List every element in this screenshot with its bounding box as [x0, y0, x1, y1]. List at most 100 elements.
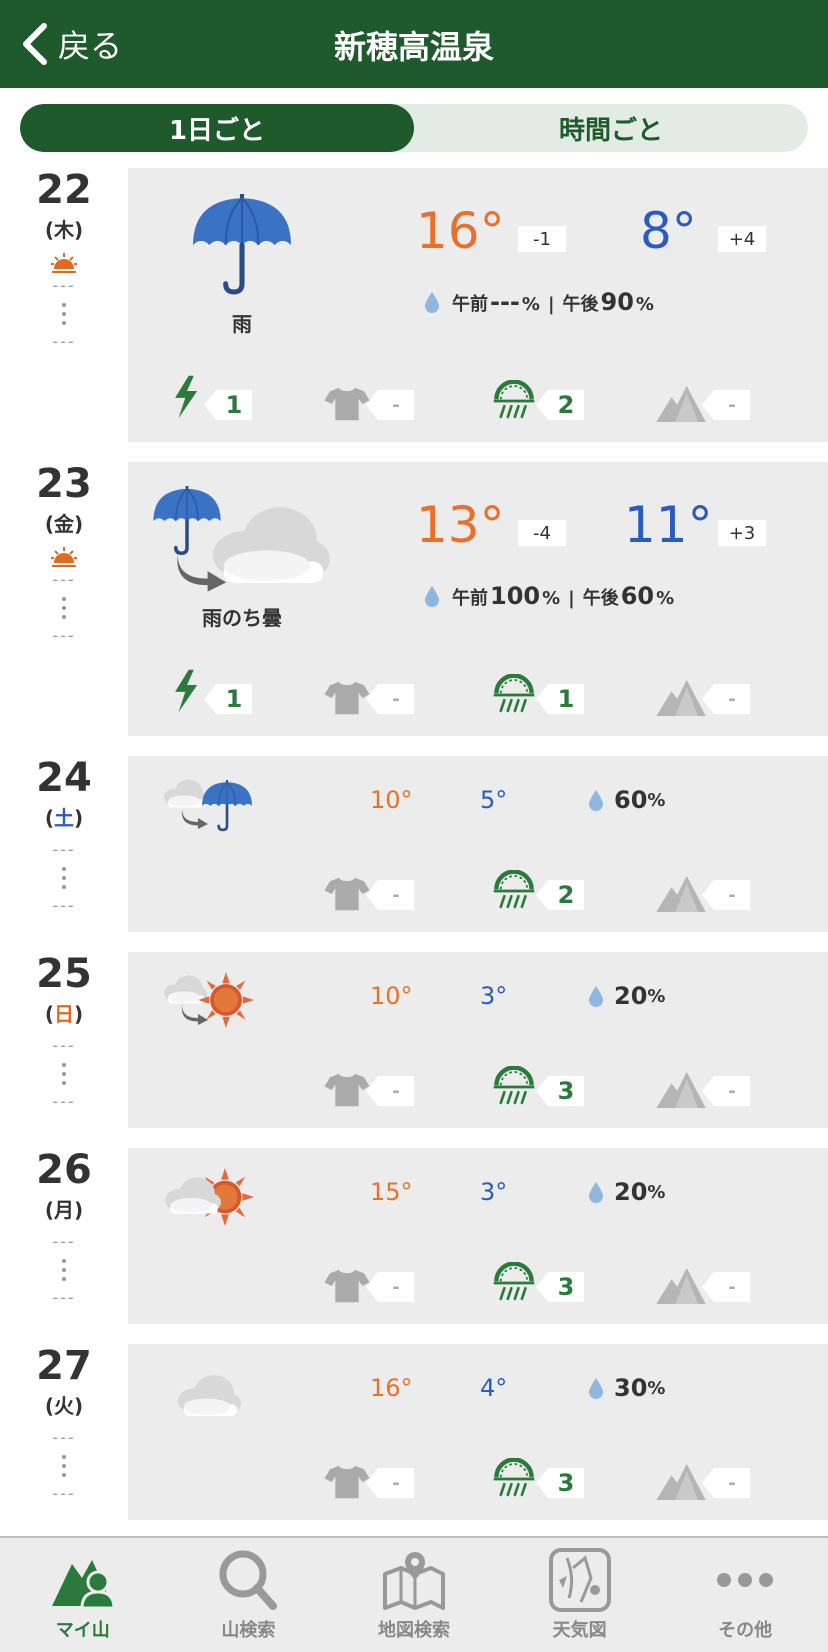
mountain-icon [656, 1462, 706, 1500]
clothing-icon [324, 1464, 370, 1500]
day-row-22[interactable]: 22 (木) --- --- 雨 16° -1 8° +4 午前 ---% | 午… [0, 168, 828, 442]
then-arrow-icon [180, 808, 210, 830]
nav-weather-map[interactable]: 天気図 [497, 1538, 663, 1652]
separator-dots [14, 867, 114, 889]
low-temp: 4° [480, 1374, 508, 1402]
mountain-level: - [702, 1076, 750, 1106]
clothing-icon [324, 1268, 370, 1304]
clothing-level: - [366, 1468, 414, 1498]
sunrise-icon [50, 251, 78, 275]
separator-dots [14, 1259, 114, 1281]
nav-map-search[interactable]: 地図検索 [331, 1538, 497, 1652]
mountain-icon [656, 384, 706, 422]
rain-level-icon [492, 870, 536, 912]
nav-mountain-search[interactable]: 山検索 [166, 1538, 332, 1652]
cloud-icon [172, 1370, 242, 1420]
date-column: 24 (土) --- --- [14, 756, 114, 917]
thunder-icon [170, 372, 204, 422]
high-temp: 10° [370, 982, 413, 1010]
high-temp: 16° [416, 202, 505, 260]
sunset-time: --- [52, 332, 76, 351]
precip: 30% [588, 1374, 665, 1402]
day-row-25[interactable]: 25 (日) --- --- 10° 3° 20% - 3 - [0, 952, 828, 1128]
raindrop-icon [588, 789, 604, 811]
mountain-level: - [702, 1272, 750, 1302]
forecast-card: 10° 3° 20% - 3 - [128, 952, 828, 1128]
search-icon [219, 1550, 278, 1610]
date-number: 26 [36, 1147, 92, 1193]
then-arrow-icon [180, 1004, 210, 1026]
sunrise-icon [50, 545, 78, 569]
tab-hourly[interactable]: 時間ごと [414, 104, 808, 152]
precip: 20% [588, 982, 665, 1010]
mountain-level: - [702, 684, 750, 714]
nav-my-mountain[interactable]: マイ山 [0, 1538, 166, 1652]
clothing-level: - [366, 1272, 414, 1302]
low-temp: 5° [480, 786, 508, 814]
precip: 20% [588, 1178, 665, 1206]
raindrop-icon [424, 585, 440, 607]
rain-level: 3 [536, 1468, 584, 1498]
clothing-level: - [366, 684, 414, 714]
weather-map-icon [548, 1548, 611, 1612]
sunrise-time: --- [52, 1036, 76, 1055]
nav-label: 天気図 [552, 1620, 607, 1641]
date-column: 27 (火) --- --- [14, 1344, 114, 1505]
clothing-level: - [366, 880, 414, 910]
low-temp-diff: +4 [718, 226, 766, 252]
weekday: (金) [44, 512, 84, 536]
precip-am-pm: 午前 ---% | 午後 90% [424, 288, 654, 316]
high-temp: 10° [370, 786, 413, 814]
cloud-icon [160, 1172, 222, 1218]
day-row-27[interactable]: 27 (火) --- --- 16° 4° 30% - 3 - [0, 1344, 828, 1520]
forecast-card: 10° 5° 60% - 2 - [128, 756, 828, 932]
rain-level: 2 [536, 390, 584, 420]
raindrop-icon [588, 985, 604, 1007]
separator-dots [14, 1063, 114, 1085]
rain-level-icon [492, 1262, 536, 1304]
date-number: 25 [36, 951, 92, 997]
nav-more[interactable]: その他 [662, 1538, 828, 1652]
page-title: 新穂高温泉 [333, 28, 494, 66]
rain-level: 1 [536, 684, 584, 714]
high-temp-diff: -4 [518, 520, 566, 546]
thunder-level: 1 [204, 390, 252, 420]
nav-label: 山検索 [221, 1620, 276, 1641]
day-row-24[interactable]: 24 (土) --- --- 10° 5° 60% - 2 - [0, 756, 828, 932]
rain-level-icon [492, 674, 536, 716]
day-row-23[interactable]: 23 (金) --- --- 雨のち曇 13° -4 11° +3 午前 100%… [0, 462, 828, 736]
rain-level-icon [492, 380, 536, 422]
app-header: 戻る 新穂高温泉 [0, 0, 828, 88]
rain-level: 2 [536, 880, 584, 910]
raindrop-icon [424, 291, 440, 313]
date-number: 23 [36, 461, 92, 507]
separator-dots [14, 1455, 114, 1477]
nav-label: 地図検索 [377, 1620, 450, 1641]
sunset-time: --- [52, 626, 76, 645]
clothing-icon [324, 876, 370, 912]
high-temp: 15° [370, 1178, 413, 1206]
date-column: 25 (日) --- --- [14, 952, 114, 1113]
umbrella-icon [188, 194, 296, 296]
date-number: 27 [36, 1343, 92, 1389]
clothing-icon [324, 1072, 370, 1108]
date-number: 22 [36, 167, 92, 213]
mountain-icon [656, 1070, 706, 1108]
sunrise-time: --- [52, 276, 76, 295]
sunset-time: --- [52, 1484, 76, 1503]
high-temp-diff: -1 [518, 226, 566, 252]
rain-level-icon [492, 1066, 536, 1108]
sunset-time: --- [52, 1092, 76, 1111]
sunset-time: --- [52, 1288, 76, 1307]
low-temp-diff: +3 [718, 520, 766, 546]
sunrise-time: --- [52, 570, 76, 589]
nav-label: マイ山 [55, 1620, 110, 1641]
separator-dots [14, 303, 114, 325]
nav-label: その他 [718, 1620, 773, 1641]
raindrop-icon [588, 1181, 604, 1203]
day-row-26[interactable]: 26 (月) --- --- 15° 3° 20% - 3 - [0, 1148, 828, 1324]
umbrella-icon [150, 486, 224, 556]
rain-level: 3 [536, 1272, 584, 1302]
tab-daily[interactable]: 1日ごと [20, 104, 414, 152]
mountain-icon [656, 678, 706, 716]
